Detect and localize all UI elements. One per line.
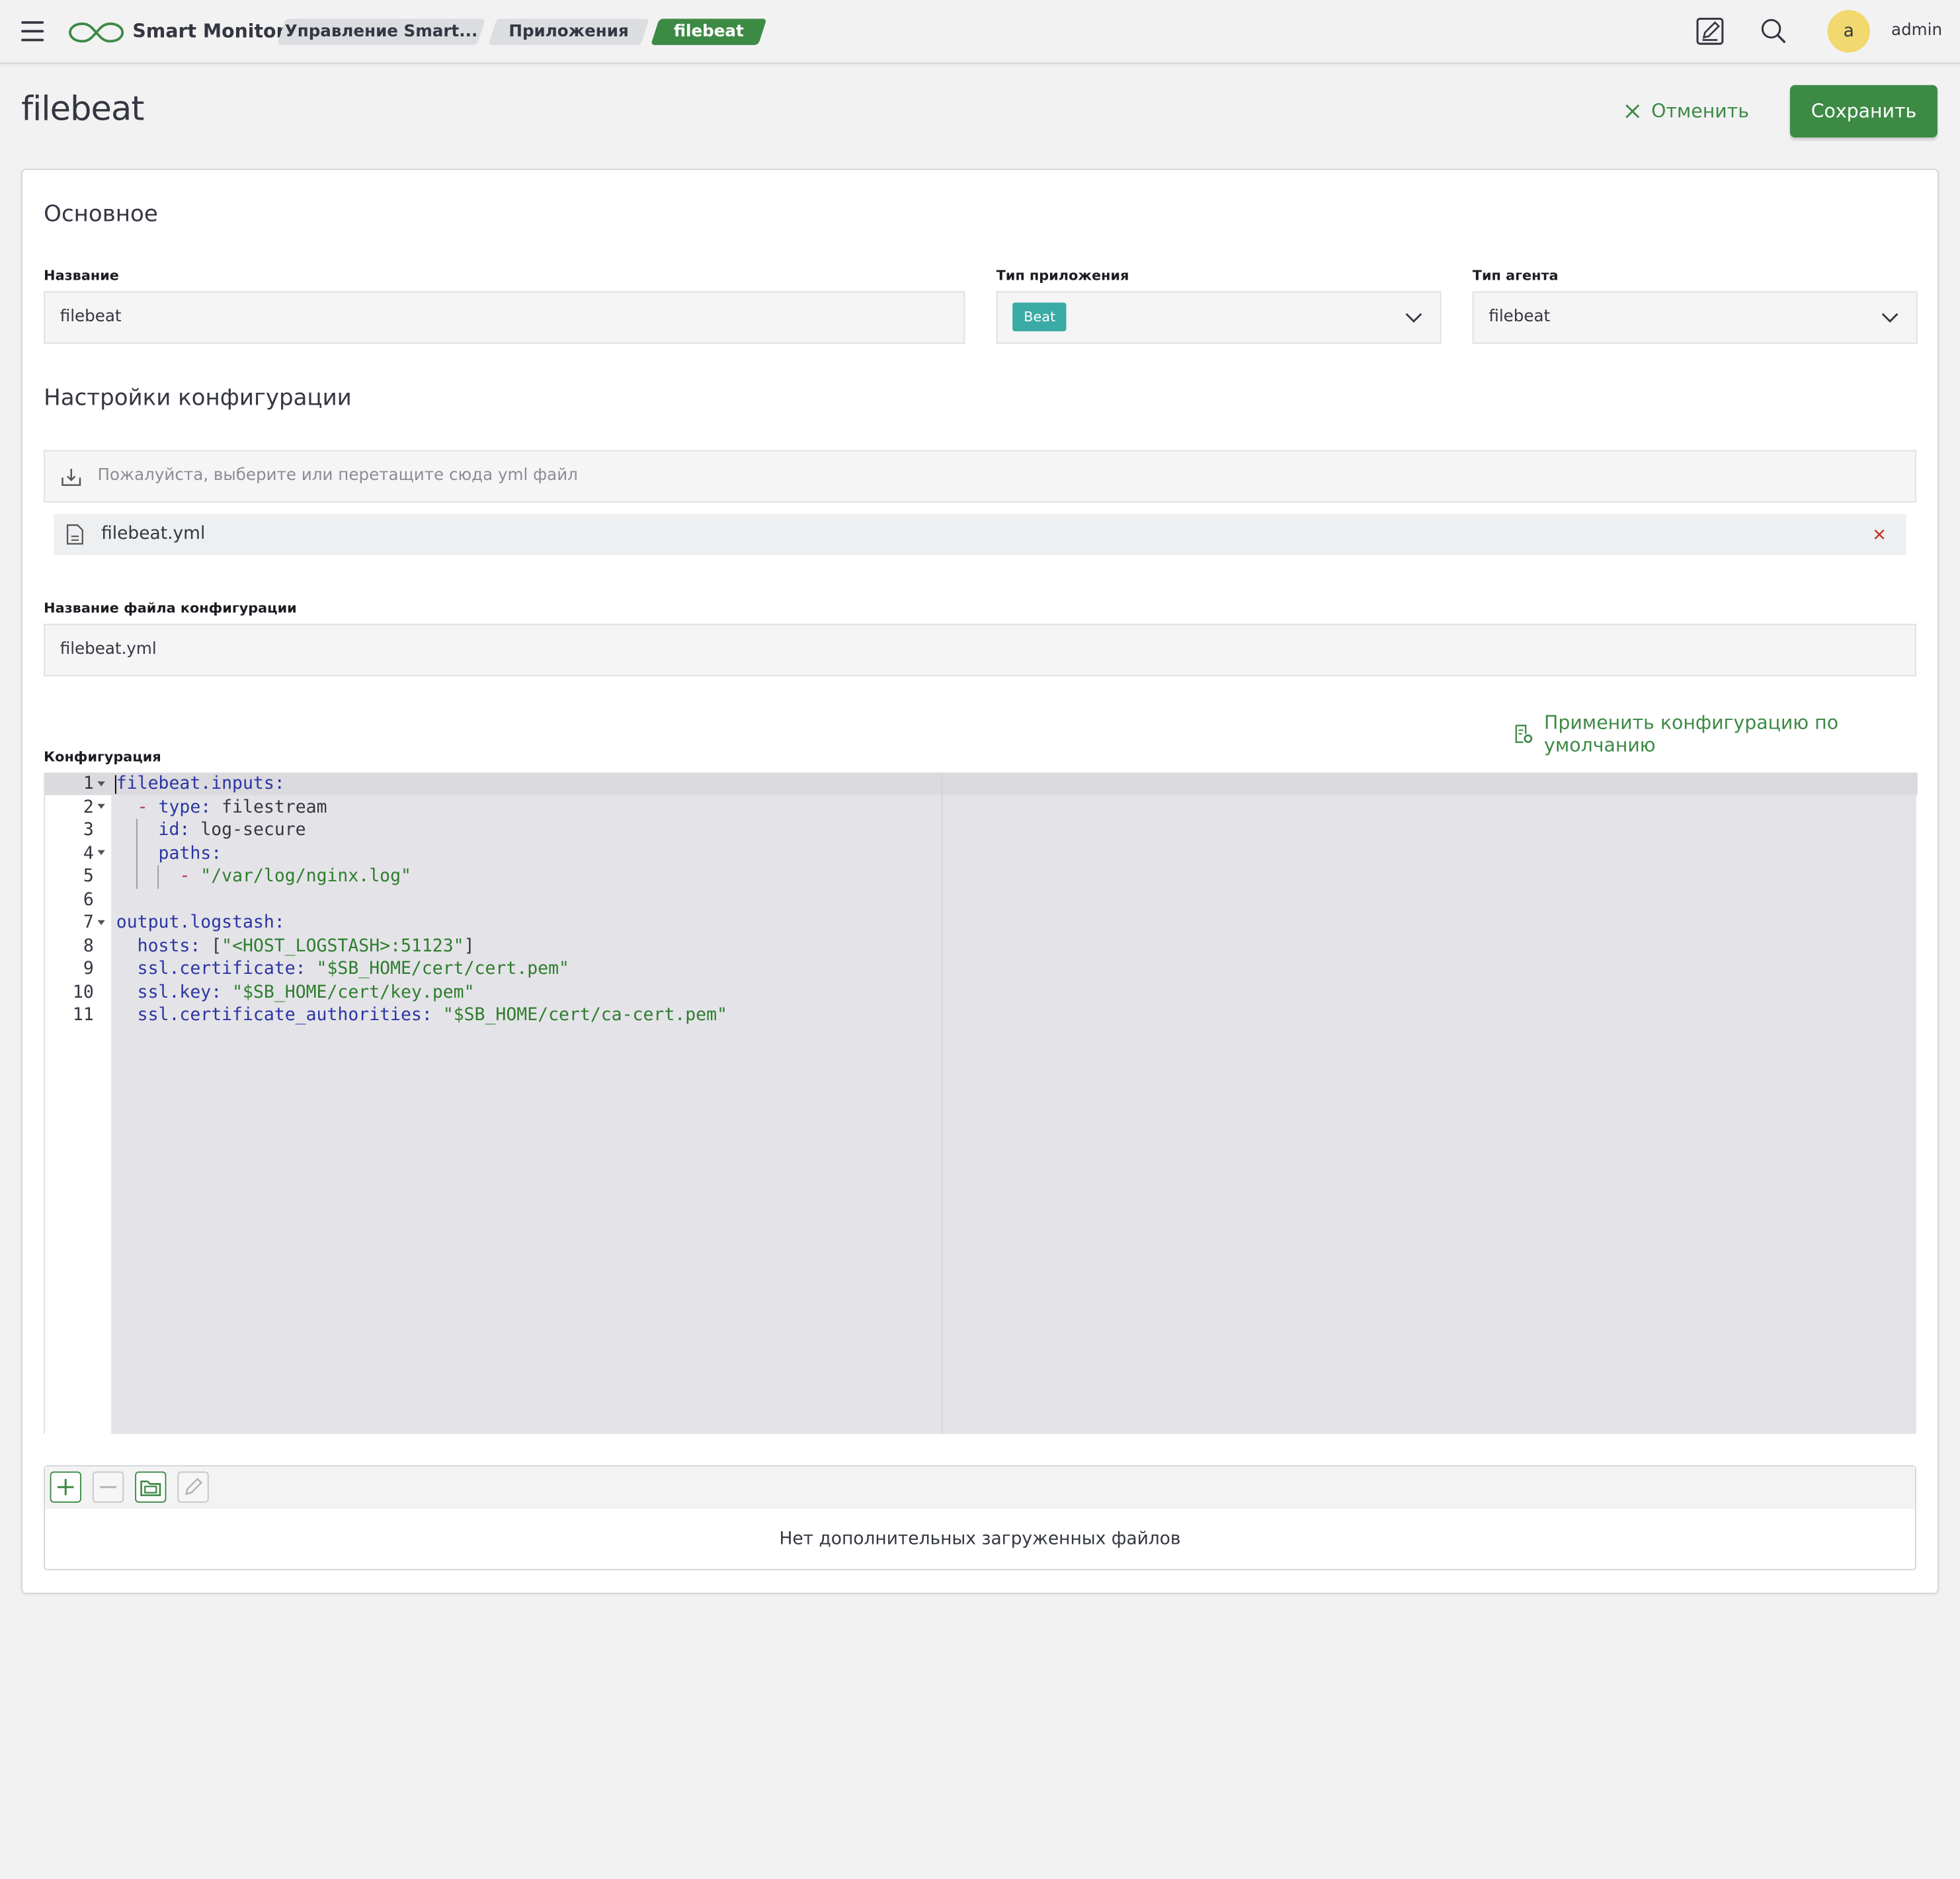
line-number: 1: [83, 774, 94, 794]
add-file-button[interactable]: [50, 1471, 81, 1503]
line-number: 10: [72, 982, 94, 1002]
search-icon[interactable]: [1759, 17, 1789, 46]
code-line: output.logstash:: [116, 912, 285, 933]
name-field[interactable]: filebeat: [44, 291, 965, 344]
upload-icon: [61, 469, 81, 486]
chevron-down-icon: [1405, 313, 1422, 323]
section-title-main: Основное: [44, 201, 158, 228]
code-line: paths:: [158, 843, 222, 863]
line-number: 11: [72, 1005, 94, 1025]
code-line: ssl.key: "$SB_HOME/cert/key.pem": [137, 982, 475, 1002]
extra-files-toolbar: [45, 1466, 1915, 1509]
main-panel: Основное Название filebeat Тип приложени…: [21, 169, 1939, 1594]
active-line-highlight: [45, 772, 1918, 795]
brand-name[interactable]: Smart Monitor: [132, 20, 285, 42]
config-settings-icon: [1515, 725, 1533, 743]
app-type-badge: Beat: [1012, 302, 1067, 332]
chevron-down-icon: [1881, 313, 1899, 323]
config-filename-field[interactable]: filebeat.yml: [44, 623, 1916, 676]
logo-icon: [68, 22, 124, 43]
document-icon: [66, 524, 83, 545]
menu-icon[interactable]: [21, 21, 44, 42]
close-icon: [1625, 104, 1640, 118]
line-number: 9: [83, 959, 94, 979]
fold-toggle-icon[interactable]: [97, 781, 105, 787]
code-line: ssl.certificate_authorities: "$SB_HOME/c…: [137, 1005, 727, 1025]
code-line: - "/var/log/nginx.log": [179, 866, 411, 887]
agent-type-label: Тип агента: [1472, 267, 1559, 284]
line-number: 2: [83, 797, 94, 817]
folder-icon: [140, 1480, 161, 1496]
breadcrumb-current: filebeat: [651, 19, 767, 46]
pencil-icon: [184, 1478, 203, 1496]
app-type-label: Тип приложения: [996, 267, 1129, 284]
code-line: filebeat.inputs:: [116, 774, 285, 794]
code-line: hosts: ["<HOST_LOGSTASH>:51123"]: [137, 936, 475, 956]
line-number: 4: [83, 843, 94, 863]
extra-files-panel: Нет дополнительных загруженных файлов: [44, 1465, 1916, 1570]
cancel-button[interactable]: Отменить: [1625, 97, 1749, 125]
app-type-select[interactable]: Beat: [996, 291, 1442, 344]
name-label: Название: [44, 267, 119, 284]
dropzone-placeholder: Пожалуйста, выберите или перетащите сюда…: [97, 466, 578, 485]
file-dropzone[interactable]: Пожалуйста, выберите или перетащите сюда…: [44, 450, 1916, 503]
line-number: 7: [83, 912, 94, 933]
uploaded-file-name: filebeat.yml: [101, 524, 206, 544]
open-folder-button[interactable]: [135, 1471, 167, 1503]
line-number: 8: [83, 936, 94, 956]
line-number: 3: [83, 820, 94, 840]
agent-type-select[interactable]: filebeat: [1472, 291, 1918, 344]
username[interactable]: admin: [1891, 21, 1942, 40]
apply-default-config-button[interactable]: Применить конфигурацию по умолчанию: [1514, 711, 1938, 756]
apply-default-label: Применить конфигурацию по умолчанию: [1544, 711, 1839, 756]
remove-file-button[interactable]: [92, 1471, 124, 1503]
breadcrumb-applications[interactable]: Приложения: [488, 19, 649, 46]
code-line: id: log-secure: [158, 820, 306, 840]
code-editor[interactable]: 1 2 3 4 5 6 7 8 9 10 11 filebeat.inputs:…: [44, 772, 1918, 1434]
cancel-label: Отменить: [1651, 100, 1749, 123]
top-bar: Smart Monitor Управление Smart... Прилож…: [0, 0, 1960, 64]
print-margin: [941, 772, 943, 1434]
text-cursor: [114, 775, 116, 794]
remove-file-icon[interactable]: [1874, 529, 1885, 540]
code-line: ssl.certificate: "$SB_HOME/cert/cert.pem…: [137, 959, 569, 979]
save-button[interactable]: Сохранить: [1789, 85, 1938, 138]
plus-icon: [57, 1478, 74, 1496]
config-filename-label: Название файла конфигурации: [44, 600, 297, 617]
line-number: 5: [83, 866, 94, 887]
uploaded-file-item: filebeat.yml: [54, 514, 1906, 555]
page-title: filebeat: [21, 90, 144, 129]
breadcrumb-smart-management[interactable]: Управление Smart...: [276, 19, 486, 46]
avatar[interactable]: a: [1827, 10, 1870, 53]
agent-type-value: filebeat: [1489, 307, 1551, 327]
line-number: 6: [83, 889, 94, 910]
code-line: - type: filestream: [137, 797, 327, 817]
fold-toggle-icon[interactable]: [97, 920, 105, 926]
config-label: Конфигурация: [44, 748, 161, 766]
no-files-message: Нет дополнительных загруженных файлов: [779, 1529, 1181, 1549]
minus-icon: [100, 1486, 116, 1488]
section-title-config: Настройки конфигурации: [44, 385, 352, 412]
edit-note-icon[interactable]: [1695, 17, 1725, 46]
fold-toggle-icon[interactable]: [97, 803, 105, 809]
fold-toggle-icon[interactable]: [97, 850, 105, 856]
edit-file-button[interactable]: [177, 1471, 209, 1503]
